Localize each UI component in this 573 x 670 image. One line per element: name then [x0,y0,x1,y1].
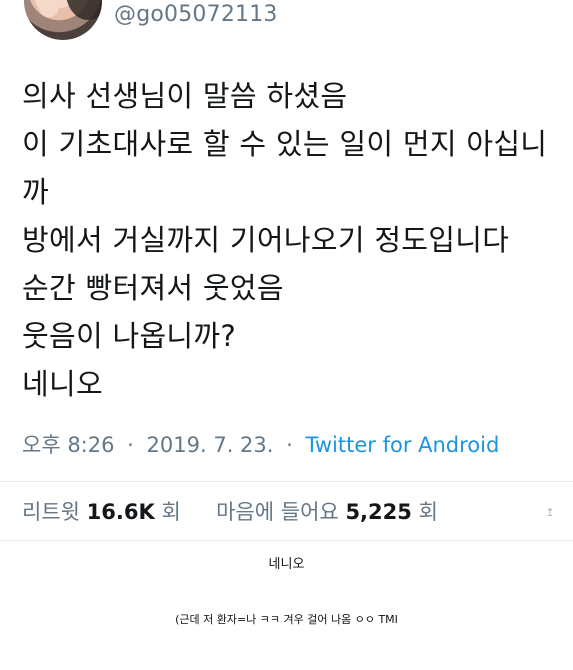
tweet-date[interactable]: 2019. 7. 23. [147,433,274,457]
avatar-hand-shape [29,0,63,21]
tweet-line: 네니오 [22,367,103,401]
tweet-meta: 오후 8:26 · 2019. 7. 23. · Twitter for And… [22,430,499,460]
meta-separator: · [127,433,134,457]
tweet-line: 까 [22,175,49,209]
avatar[interactable] [24,0,102,40]
retweets-label[interactable]: 리트윗 [22,500,80,524]
user-handle[interactable]: @go05072113 [114,3,278,27]
tweet-line: 방에서 거실까지 기어나오기 정도입니다 [22,223,510,257]
likes-count[interactable]: 5,225 [345,500,411,524]
tweet-stats: 리트윗 16.6K 회 마음에 들어요 5,225 회 [22,497,438,527]
share-icon[interactable]: ↥ [544,507,556,519]
tweet-header: @go05072113 [0,0,573,50]
retweets-count[interactable]: 16.6K [87,500,155,524]
caption-secondary: (근데 저 환자=나 ㅋㅋ 겨우 걸어 나옴 ㅇㅇ TMI [175,613,398,626]
tweet-line: 이 기초대사로 할 수 있는 일이 먼지 아십니 [22,127,548,161]
tweet-line: 의사 선생님이 말씀 하셨음 [22,79,348,113]
retweets-suffix[interactable]: 회 [161,500,180,524]
tweet-screenshot-page: @go05072113 의사 선생님이 말씀 하셨음 이 기초대사로 할 수 있… [0,0,573,670]
tweet-time[interactable]: 오후 8:26 [22,433,114,457]
tweet-text: 의사 선생님이 말씀 하셨음 이 기초대사로 할 수 있는 일이 먼지 아십니 … [22,72,547,408]
divider [0,481,573,482]
likes-label[interactable]: 마음에 들어요 [216,500,339,524]
divider [0,540,573,541]
caption-primary: 네니오 [268,557,305,572]
tweet-line: 웃음이 나옵니까? [22,319,237,353]
avatar-hair-shape [66,0,102,20]
tweet-line: 순간 빵터져서 웃었음 [22,271,284,305]
likes-suffix[interactable]: 회 [419,500,438,524]
tweet-source-link[interactable]: Twitter for Android [306,433,500,457]
meta-separator: · [286,433,293,457]
